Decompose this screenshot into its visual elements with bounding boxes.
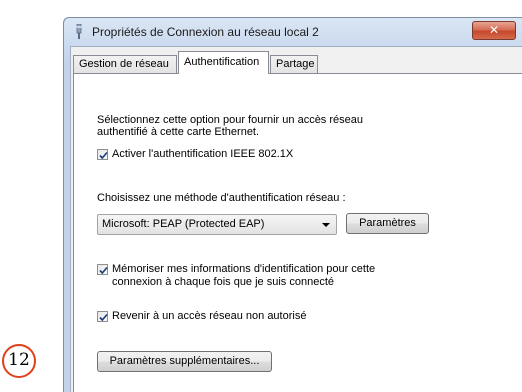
parametres-button[interactable]: Paramètres (346, 213, 429, 234)
checkmark-icon (99, 266, 108, 275)
dialog-client-area: Gestion de réseau Authentification Parta… (70, 46, 522, 392)
checkmark-icon (99, 313, 108, 322)
tab-label: Authentification (184, 56, 260, 68)
title-bar[interactable]: Propriétés de Connexion au réseau local … (64, 18, 522, 46)
remember-credentials-checkbox[interactable] (97, 264, 108, 275)
fallback-unauthorized-checkbox[interactable] (97, 311, 108, 322)
remember-credentials-line-2[interactable]: connexion à chaque fois que je suis conn… (112, 276, 334, 289)
intro-text-line-2: authentifié à cette carte Ethernet. (97, 126, 260, 138)
additional-settings-button[interactable]: Paramètres supplémentaires... (97, 351, 272, 372)
tab-gestion-de-reseau[interactable]: Gestion de réseau (73, 55, 177, 73)
additional-settings-button-label: Paramètres supplémentaires... (109, 355, 260, 367)
fallback-unauthorized-label[interactable]: Revenir à un accès réseau non autorisé (112, 310, 306, 323)
tab-partage[interactable]: Partage (270, 55, 318, 73)
enable-8021x-checkbox[interactable] (97, 149, 108, 160)
selected-method: Microsoft: PEAP (Protected EAP) (102, 218, 265, 230)
authentication-method-select[interactable]: Microsoft: PEAP (Protected EAP) (97, 214, 337, 235)
checkmark-icon (99, 151, 108, 160)
tab-authentification[interactable]: Authentification (178, 51, 269, 74)
step-number-badge: 12 (2, 344, 36, 378)
parametres-button-label: Paramètres (359, 217, 416, 229)
authentication-panel: Sélectionnez cette option pour fournir u… (73, 73, 522, 392)
tab-label: Gestion de réseau (79, 58, 169, 70)
tab-label: Partage (276, 58, 315, 70)
close-icon: ✕ (488, 23, 500, 37)
enable-8021x-label[interactable]: Activer l'authentification IEEE 802.1X (112, 148, 293, 161)
properties-dialog: Propriétés de Connexion au réseau local … (63, 17, 522, 392)
method-label: Choisissez une méthode d'authentificatio… (97, 192, 346, 204)
chevron-down-icon (322, 223, 330, 227)
remember-credentials-line-1[interactable]: Mémoriser mes informations d'identificat… (112, 263, 375, 276)
close-button[interactable]: ✕ (472, 21, 516, 40)
window-title: Propriétés de Connexion au réseau local … (92, 25, 319, 39)
network-connection-icon (74, 23, 84, 39)
